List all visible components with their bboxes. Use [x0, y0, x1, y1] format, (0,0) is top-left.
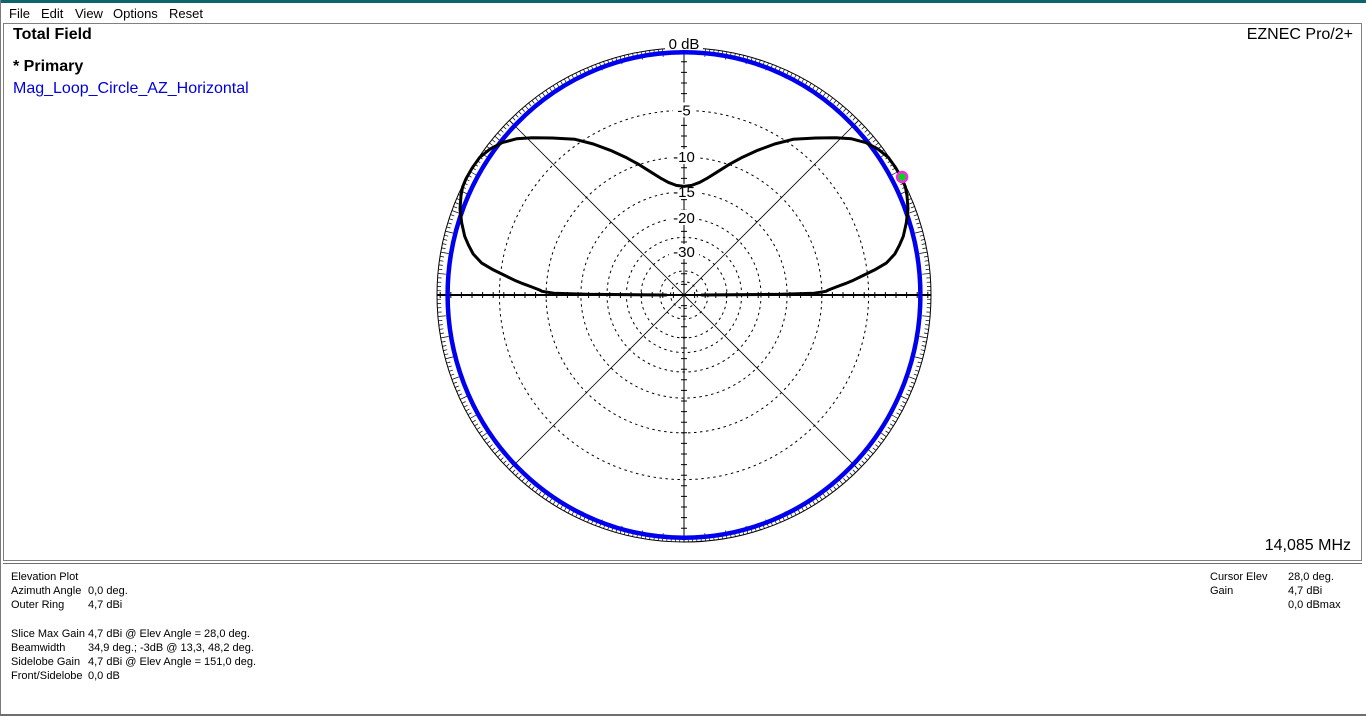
- status-value: 0,0 dB: [88, 670, 120, 682]
- menu-item-view[interactable]: View: [75, 6, 103, 21]
- status-row-spacer: [11, 613, 256, 627]
- status-label: Beamwidth: [11, 641, 88, 655]
- status-right-block: Cursor Elev28,0 deg. Gain4,7 dBi 0,0 dBm…: [1210, 570, 1341, 613]
- status-value: 4,7 dBi: [1288, 585, 1322, 597]
- menu-item-reset[interactable]: Reset: [169, 6, 203, 21]
- status-value: 4,7 dBi: [88, 599, 122, 611]
- status-label: Front/Sidelobe: [11, 669, 88, 683]
- app-name-label: EZNEC Pro/2+: [1247, 26, 1353, 44]
- menu-item-options[interactable]: Options: [113, 6, 158, 21]
- status-label: Azimuth Angle: [11, 584, 88, 598]
- status-value: 0,0 deg.: [88, 585, 128, 597]
- status-label: Elevation Plot: [11, 570, 88, 584]
- status-label: Slice Max Gain: [11, 627, 88, 641]
- cursor-marker[interactable]: [897, 172, 907, 182]
- status-left-block: Elevation Plot Azimuth Angle0,0 deg. Out…: [11, 570, 256, 684]
- db-label: -10: [673, 149, 695, 166]
- status-value: 0,0 dBmax: [1288, 599, 1341, 611]
- status-label: Sidelobe Gain: [11, 655, 88, 669]
- menu-bar: File Edit View Options Reset: [1, 3, 1365, 23]
- status-label: Cursor Elev: [1210, 570, 1288, 584]
- db-label: -5: [677, 102, 690, 119]
- trace-name-label: Mag_Loop_Circle_AZ_Horizontal: [13, 80, 249, 98]
- menu-item-edit[interactable]: Edit: [41, 6, 63, 21]
- status-row-slice-max-gain: Slice Max Gain4,7 dBi @ Elev Angle = 28,…: [11, 627, 256, 641]
- db-label: -20: [673, 210, 695, 227]
- status-value: 28,0 deg.: [1288, 571, 1334, 583]
- status-value: 34,9 deg.; -3dB @ 13,3, 48,2 deg.: [88, 642, 254, 654]
- plot-area: 0 dB-5-10-15-20-30 Total Field EZNEC Pro…: [3, 23, 1362, 561]
- db-label: -30: [673, 244, 695, 261]
- status-label: Outer Ring: [11, 598, 88, 612]
- primary-trace-label: * Primary: [13, 58, 83, 76]
- status-row-beamwidth: Beamwidth34,9 deg.; -3dB @ 13,3, 48,2 de…: [11, 641, 256, 655]
- polar-plot[interactable]: 0 dB-5-10-15-20-30: [4, 24, 1362, 560]
- status-row-cursor-elev: Cursor Elev28,0 deg.: [1210, 570, 1341, 584]
- menu-item-file[interactable]: File: [9, 6, 30, 21]
- status-label: Gain: [1210, 584, 1288, 598]
- status-row-plot-type: Elevation Plot: [11, 570, 256, 584]
- status-row-azimuth-angle: Azimuth Angle0,0 deg.: [11, 584, 256, 598]
- field-type-title: Total Field: [13, 26, 92, 44]
- status-row-cursor-dbmax: 0,0 dBmax: [1210, 598, 1341, 612]
- status-value: 4,7 dBi @ Elev Angle = 28,0 deg.: [88, 628, 250, 640]
- frequency-label: 14,085 MHz: [1265, 537, 1351, 555]
- status-panel: Elevation Plot Azimuth Angle0,0 deg. Out…: [3, 563, 1362, 712]
- status-row-front-sidelobe: Front/Sidelobe0,0 dB: [11, 669, 256, 683]
- status-row-cursor-gain: Gain4,7 dBi: [1210, 584, 1341, 598]
- status-row-sidelobe-gain: Sidelobe Gain4,7 dBi @ Elev Angle = 151,…: [11, 655, 256, 669]
- status-row-outer-ring: Outer Ring4,7 dBi: [11, 598, 256, 612]
- status-value: 4,7 dBi @ Elev Angle = 151,0 deg.: [88, 656, 256, 668]
